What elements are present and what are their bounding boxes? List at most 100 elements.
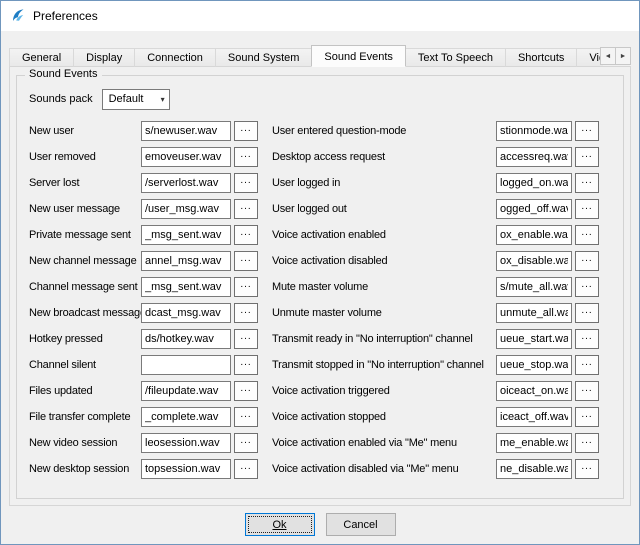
sound-event-label: Mute master volume xyxy=(272,281,496,293)
tab-shortcuts[interactable]: Shortcuts xyxy=(505,48,577,67)
window-title: Preferences xyxy=(33,9,98,23)
sound-event-row: New channel message... xyxy=(29,248,258,274)
sound-event-label: Files updated xyxy=(29,385,141,397)
sound-event-label: New user message xyxy=(29,203,141,215)
sound-file-input[interactable] xyxy=(496,225,572,245)
sound-event-row: New broadcast message... xyxy=(29,300,258,326)
browse-button[interactable]: ... xyxy=(575,251,599,271)
browse-button[interactable]: ... xyxy=(575,407,599,427)
sound-event-label: Voice activation stopped xyxy=(272,411,496,423)
browse-button[interactable]: ... xyxy=(234,147,258,167)
tab-scroll-left-button[interactable]: ◄ xyxy=(600,47,616,65)
sound-file-input[interactable] xyxy=(141,459,231,479)
sound-file-input[interactable] xyxy=(496,199,572,219)
browse-button[interactable]: ... xyxy=(575,459,599,479)
browse-button[interactable]: ... xyxy=(575,433,599,453)
tab-video[interactable]: Video xyxy=(576,48,603,67)
sound-event-row: New user... xyxy=(29,118,258,144)
sound-event-label: User entered question-mode xyxy=(272,125,496,137)
browse-button[interactable]: ... xyxy=(234,329,258,349)
sound-file-input[interactable] xyxy=(496,459,572,479)
browse-button[interactable]: ... xyxy=(575,329,599,349)
sound-file-input[interactable] xyxy=(496,303,572,323)
sound-file-input[interactable] xyxy=(141,277,231,297)
browse-button[interactable]: ... xyxy=(234,381,258,401)
sound-file-input[interactable] xyxy=(496,407,572,427)
sound-event-row: Transmit stopped in "No interruption" ch… xyxy=(272,352,599,378)
browse-button[interactable]: ... xyxy=(575,277,599,297)
cancel-button[interactable]: Cancel xyxy=(326,513,396,536)
sound-file-input[interactable] xyxy=(496,329,572,349)
sounds-pack-value: Default xyxy=(109,93,144,105)
browse-button[interactable]: ... xyxy=(234,199,258,219)
sounds-pack-label: Sounds pack xyxy=(29,93,93,105)
tab-text-to-speech[interactable]: Text To Speech xyxy=(405,48,506,67)
browse-button[interactable]: ... xyxy=(234,355,258,375)
sound-file-input[interactable] xyxy=(141,407,231,427)
browse-button[interactable]: ... xyxy=(575,121,599,141)
sounds-pack-combobox[interactable]: Default ▾ xyxy=(102,89,170,110)
sound-event-label: Transmit ready in "No interruption" chan… xyxy=(272,333,496,345)
browse-button[interactable]: ... xyxy=(234,121,258,141)
sound-file-input[interactable] xyxy=(141,147,231,167)
sound-file-input[interactable] xyxy=(141,173,231,193)
browse-button[interactable]: ... xyxy=(575,355,599,375)
sound-file-input[interactable] xyxy=(141,251,231,271)
tab-sound-system[interactable]: Sound System xyxy=(215,48,313,67)
sound-file-input[interactable] xyxy=(496,173,572,193)
sound-file-input[interactable] xyxy=(496,251,572,271)
browse-button[interactable]: ... xyxy=(234,459,258,479)
browse-button[interactable]: ... xyxy=(575,381,599,401)
tab-sound-events[interactable]: Sound Events xyxy=(311,45,406,67)
browse-button[interactable]: ... xyxy=(575,147,599,167)
browse-button[interactable]: ... xyxy=(234,277,258,297)
browse-button[interactable]: ... xyxy=(234,407,258,427)
browse-button[interactable]: ... xyxy=(234,225,258,245)
titlebar: Preferences xyxy=(1,1,639,31)
sound-event-row: Channel message sent... xyxy=(29,274,258,300)
sound-file-input[interactable] xyxy=(141,225,231,245)
arrow-right-icon: ► xyxy=(620,53,627,60)
sound-file-input[interactable] xyxy=(496,277,572,297)
browse-button[interactable]: ... xyxy=(234,173,258,193)
sound-file-input[interactable] xyxy=(141,121,231,141)
browse-button[interactable]: ... xyxy=(575,199,599,219)
sound-events-groupbox: Sound Events Sounds pack Default ▾ New u… xyxy=(16,75,624,499)
browse-button[interactable]: ... xyxy=(234,251,258,271)
tab-display[interactable]: Display xyxy=(73,48,135,67)
tab-scroll-right-button[interactable]: ► xyxy=(615,47,631,65)
browse-button[interactable]: ... xyxy=(575,225,599,245)
sound-file-input[interactable] xyxy=(141,329,231,349)
tab-page-sound-events: Sound Events Sounds pack Default ▾ New u… xyxy=(9,66,631,506)
ok-button[interactable]: Ok xyxy=(245,513,315,536)
sound-file-input[interactable] xyxy=(141,199,231,219)
sound-file-input[interactable] xyxy=(496,355,572,375)
browse-button[interactable]: ... xyxy=(234,303,258,323)
tab-general[interactable]: General xyxy=(9,48,74,67)
sound-event-row: Voice activation disabled... xyxy=(272,248,599,274)
sound-event-label: Private message sent xyxy=(29,229,141,241)
sound-event-row: User logged in... xyxy=(272,170,599,196)
sound-event-row: Unmute master volume... xyxy=(272,300,599,326)
arrow-left-icon: ◄ xyxy=(605,53,612,60)
sound-file-input[interactable] xyxy=(141,303,231,323)
browse-button[interactable]: ... xyxy=(575,173,599,193)
sound-file-input[interactable] xyxy=(141,355,231,375)
sound-file-input[interactable] xyxy=(496,381,572,401)
sound-file-input[interactable] xyxy=(496,433,572,453)
sound-event-label: User removed xyxy=(29,151,141,163)
sound-file-input[interactable] xyxy=(496,147,572,167)
app-icon xyxy=(10,8,26,24)
sound-event-label: Voice activation enabled via "Me" menu xyxy=(272,437,496,449)
sound-event-row: Voice activation enabled... xyxy=(272,222,599,248)
sound-event-row: Voice activation disabled via "Me" menu.… xyxy=(272,456,599,482)
sound-event-columns: New user...User removed...Server lost...… xyxy=(29,118,615,482)
sound-file-input[interactable] xyxy=(496,121,572,141)
sound-event-row: Voice activation triggered... xyxy=(272,378,599,404)
sound-file-input[interactable] xyxy=(141,381,231,401)
browse-button[interactable]: ... xyxy=(234,433,258,453)
tab-strip: GeneralDisplayConnectionSound SystemSoun… xyxy=(9,45,631,67)
browse-button[interactable]: ... xyxy=(575,303,599,323)
sound-file-input[interactable] xyxy=(141,433,231,453)
tab-connection[interactable]: Connection xyxy=(134,48,216,67)
